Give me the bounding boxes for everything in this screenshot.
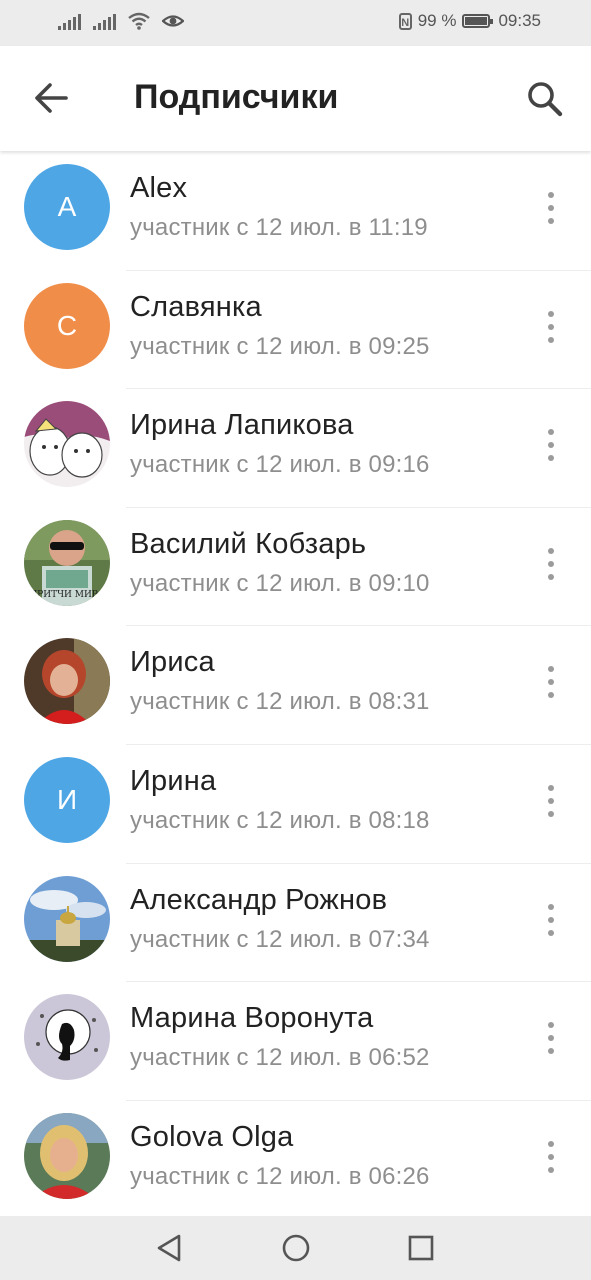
avatar-photo xyxy=(24,638,110,725)
photo-text: ПРИТЧИ МИРА xyxy=(29,590,105,600)
wifi-icon xyxy=(128,12,150,30)
list-item[interactable]: Александр Рожнов участник с 12 июл. в 07… xyxy=(0,864,591,983)
subscriber-joined: участник с 12 июл. в 08:31 xyxy=(130,688,430,716)
avatar-photo xyxy=(24,994,110,1081)
status-bar: N 99 % 09:35 xyxy=(0,0,591,46)
nav-recents-button[interactable] xyxy=(401,1230,441,1266)
more-options-button[interactable] xyxy=(541,188,561,228)
nav-back-icon xyxy=(157,1234,181,1262)
subscriber-name: Ирина Лапикова xyxy=(130,409,354,442)
arrow-left-icon xyxy=(35,83,68,113)
subscriber-list: A Alex участник с 12 июл. в 11:19 С Слав… xyxy=(0,152,591,1219)
list-item[interactable]: С Славянка участник с 12 июл. в 09:25 xyxy=(0,271,591,390)
avatar: A xyxy=(24,164,110,250)
page-title: Подписчики xyxy=(134,78,339,116)
signal-icon xyxy=(58,12,81,30)
status-left-icons xyxy=(58,12,184,30)
nav-back-button[interactable] xyxy=(150,1230,190,1266)
list-item[interactable]: И Ирина участник с 12 июл. в 08:18 xyxy=(0,745,591,864)
list-item[interactable]: Ириса участник с 12 июл. в 08:31 xyxy=(0,626,591,745)
battery-icon xyxy=(462,14,494,28)
subscriber-name: Ирина xyxy=(130,764,217,797)
avatar: И xyxy=(24,756,110,843)
list-item[interactable]: A Alex участник с 12 июл. в 11:19 xyxy=(0,152,591,271)
subscriber-name: Марина Воронута xyxy=(130,1002,374,1035)
more-options-button[interactable] xyxy=(541,425,561,465)
status-right: N 99 % 09:35 xyxy=(398,11,541,31)
avatar-letter: С xyxy=(56,309,78,341)
avatar-photo xyxy=(24,1112,110,1199)
app-bar: Подписчики xyxy=(0,46,591,151)
subscriber-joined: участник с 12 июл. в 09:10 xyxy=(130,569,430,597)
avatar: С xyxy=(24,282,110,369)
avatar-letter: A xyxy=(57,191,77,222)
list-item[interactable]: Golova Olga участник с 12 июл. в 06:26 xyxy=(0,1101,591,1220)
subscriber-joined: участник с 12 июл. в 06:26 xyxy=(130,1162,430,1190)
nav-recents-icon xyxy=(408,1235,434,1261)
more-options-button[interactable] xyxy=(541,307,561,347)
subscriber-name: Ириса xyxy=(130,646,215,679)
list-item[interactable]: ПРИТЧИ МИРА Василий Кобзарь участник с 1… xyxy=(0,508,591,627)
subscriber-joined: участник с 12 июл. в 08:18 xyxy=(130,806,430,834)
subscriber-joined: участник с 12 июл. в 09:16 xyxy=(130,451,430,479)
search-button[interactable] xyxy=(517,74,573,124)
search-icon xyxy=(528,82,563,117)
clock: 09:35 xyxy=(498,11,541,30)
more-options-button[interactable] xyxy=(541,1137,561,1177)
subscriber-name: Александр Рожнов xyxy=(130,883,388,916)
subscriber-joined: участник с 12 июл. в 07:34 xyxy=(130,925,430,953)
more-options-button[interactable] xyxy=(541,544,561,584)
more-options-button[interactable] xyxy=(541,1018,561,1058)
nav-home-button[interactable] xyxy=(276,1230,316,1266)
subscriber-name: Golova Olga xyxy=(130,1120,294,1153)
more-options-button[interactable] xyxy=(541,662,561,702)
subscriber-joined: участник с 12 июл. в 06:52 xyxy=(130,1044,430,1072)
subscriber-joined: участник с 12 июл. в 11:19 xyxy=(130,214,428,241)
subscriber-name: Alex xyxy=(130,172,188,204)
nav-home-icon xyxy=(282,1234,310,1262)
back-button[interactable] xyxy=(22,74,82,122)
more-options-button[interactable] xyxy=(541,781,561,821)
avatar-letter: И xyxy=(56,783,78,815)
system-nav-bar xyxy=(0,1216,591,1280)
battery-percent: 99 % xyxy=(417,11,457,30)
nfc-icon: N xyxy=(398,12,412,30)
subscriber-joined: участник с 12 июл. в 09:25 xyxy=(130,332,430,360)
avatar-photo xyxy=(24,875,110,962)
avatar-photo: ПРИТЧИ МИРА xyxy=(24,519,110,606)
subscriber-name: Василий Кобзарь xyxy=(130,527,367,560)
more-options-button[interactable] xyxy=(541,900,561,940)
subscriber-name: Славянка xyxy=(130,290,262,323)
list-item[interactable]: Марина Воронута участник с 12 июл. в 06:… xyxy=(0,982,591,1101)
list-item[interactable]: Ирина Лапикова участник с 12 июл. в 09:1… xyxy=(0,389,591,508)
eye-icon xyxy=(162,15,184,27)
signal-icon xyxy=(93,12,116,30)
avatar-photo xyxy=(24,401,110,488)
